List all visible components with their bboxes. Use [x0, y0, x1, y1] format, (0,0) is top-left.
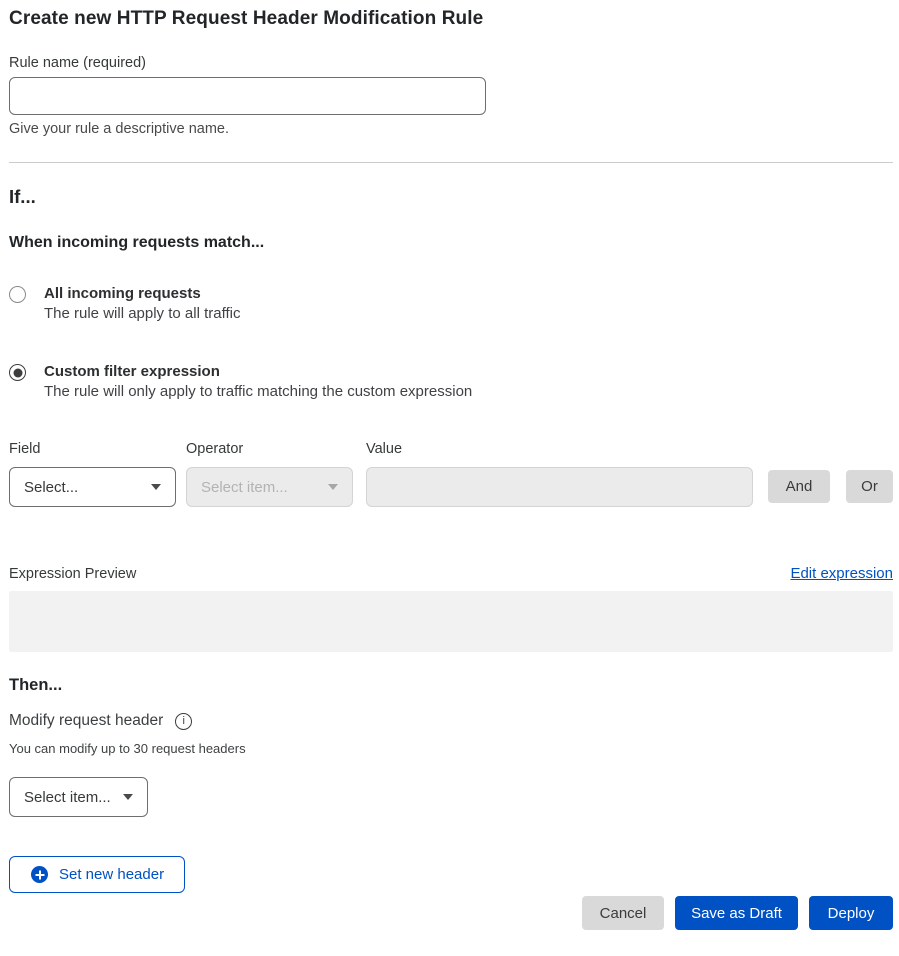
- operator-label: Operator: [186, 441, 353, 457]
- and-button[interactable]: And: [768, 470, 830, 503]
- deploy-button[interactable]: Deploy: [809, 896, 893, 930]
- modify-header-label: Modify request header: [9, 712, 163, 730]
- rule-name-input[interactable]: [9, 77, 486, 115]
- cancel-button[interactable]: Cancel: [582, 896, 664, 930]
- rule-name-helper: Give your rule a descriptive name.: [9, 121, 893, 137]
- expression-builder-row: Field Select... Operator Select item... …: [9, 441, 893, 507]
- header-item-select-value: Select item...: [24, 789, 111, 806]
- modify-header-helper: You can modify up to 30 request headers: [9, 741, 893, 756]
- expression-preview-label: Expression Preview: [9, 566, 136, 582]
- page-title: Create new HTTP Request Header Modificat…: [9, 8, 893, 30]
- radio-custom-filter-icon[interactable]: [9, 364, 26, 381]
- field-column: Field Select...: [9, 441, 176, 507]
- then-heading: Then...: [9, 676, 893, 695]
- set-new-header-label: Set new header: [59, 866, 164, 883]
- value-label: Value: [366, 441, 753, 457]
- create-rule-form: Create new HTTP Request Header Modificat…: [0, 0, 899, 950]
- field-select[interactable]: Select...: [9, 467, 176, 507]
- option-all-incoming-requests[interactable]: All incoming requests The rule will appl…: [9, 285, 893, 322]
- radio-all-incoming-icon[interactable]: [9, 286, 26, 303]
- match-options-group: All incoming requests The rule will appl…: [9, 285, 893, 400]
- operator-select-value: Select item...: [201, 479, 288, 496]
- operator-column: Operator Select item...: [186, 441, 353, 507]
- info-icon[interactable]: i: [175, 713, 192, 730]
- option-custom-filter-expression[interactable]: Custom filter expression The rule will o…: [9, 363, 893, 400]
- set-new-header-button[interactable]: Set new header: [9, 856, 185, 893]
- expression-preview-row: Expression Preview Edit expression: [9, 565, 893, 582]
- plus-icon: [31, 866, 48, 883]
- edit-expression-link[interactable]: Edit expression: [790, 565, 893, 582]
- or-button[interactable]: Or: [846, 470, 893, 503]
- radio-custom-filter-label[interactable]: Custom filter expression: [44, 363, 472, 380]
- operator-select: Select item...: [186, 467, 353, 507]
- radio-custom-filter-texts: Custom filter expression The rule will o…: [44, 363, 472, 400]
- field-select-value: Select...: [24, 479, 78, 496]
- match-subheading: When incoming requests match...: [9, 234, 893, 252]
- chevron-down-icon: [328, 484, 338, 490]
- radio-custom-filter-description: The rule will only apply to traffic matc…: [44, 383, 472, 400]
- rule-name-label: Rule name (required): [9, 55, 893, 71]
- value-column: Value: [366, 441, 753, 507]
- if-heading: If...: [9, 186, 893, 208]
- save-as-draft-button[interactable]: Save as Draft: [675, 896, 798, 930]
- field-label: Field: [9, 441, 176, 457]
- footer-actions: Cancel Save as Draft Deploy: [9, 896, 893, 950]
- modify-header-row: Modify request header i: [9, 712, 893, 730]
- value-input: [366, 467, 753, 507]
- chevron-down-icon: [123, 794, 133, 800]
- radio-all-incoming-texts: All incoming requests The rule will appl…: [44, 285, 240, 322]
- expression-preview-box: [9, 591, 893, 652]
- section-divider: [9, 162, 893, 163]
- header-item-select[interactable]: Select item...: [9, 777, 148, 817]
- radio-all-incoming-description: The rule will apply to all traffic: [44, 305, 240, 322]
- radio-all-incoming-label[interactable]: All incoming requests: [44, 285, 240, 302]
- chevron-down-icon: [151, 484, 161, 490]
